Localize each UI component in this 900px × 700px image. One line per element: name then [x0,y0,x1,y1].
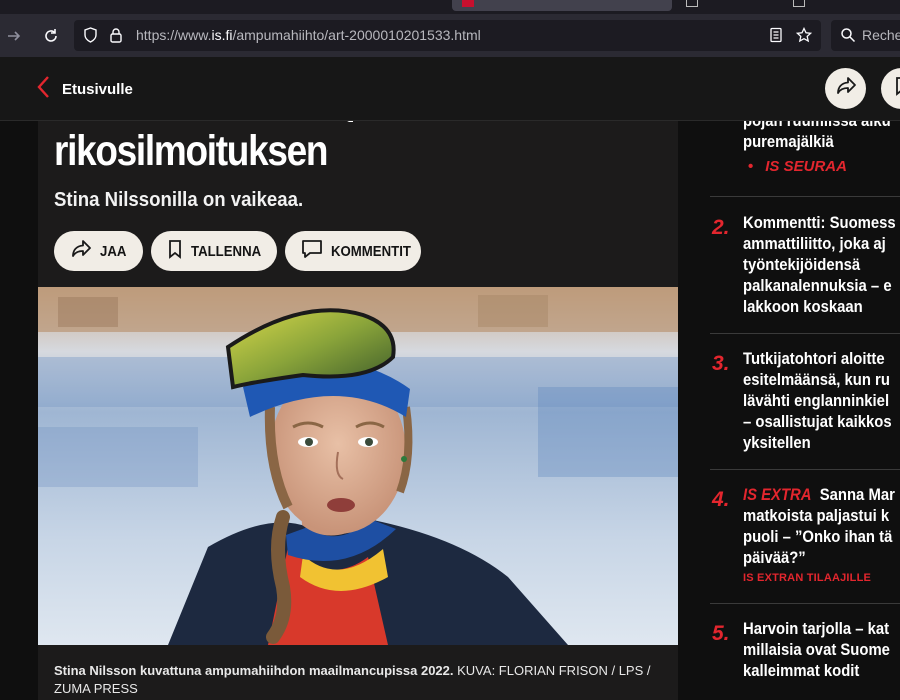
url-prefix: https://www. [136,27,212,43]
rank-number: 5. [712,622,730,645]
search-bar[interactable]: Recher [831,20,900,51]
bookmark-icon [167,239,183,264]
title-line: Harvoin tarjolla – kat [743,620,890,638]
rank-number: 3. [712,352,730,375]
back-label: Etusivulle [62,81,133,98]
title-line: lävähti englanninkiel [743,392,890,410]
title-line: Tutkijatohtori aloitte [743,350,885,368]
list-item-title: Tutkijatohtori aloitte esitelmäänsä, kun… [743,349,900,454]
title-line: IS EXTRA Sanna Mar [743,485,900,506]
is-seuraa-tag: • IS SEURAA [748,158,847,175]
forward-arrow-icon[interactable] [0,22,28,50]
list-item-title: pojan ruumiissa aiku puremajälkiä [743,121,900,153]
comments-action-button[interactable]: KOMMENTIT [285,231,421,271]
is-extra-tag: IS EXTRA [743,486,812,504]
bookmark-star-icon[interactable] [796,27,812,43]
divider [710,333,900,334]
title-line: esitelmäänsä, kun ru [743,371,890,389]
divider [710,603,900,604]
divider [710,469,900,470]
rank-number: 2. [712,216,730,239]
title-line: millaisia ovat Suome [743,641,890,659]
shield-icon[interactable] [82,27,98,43]
title-line: – osallistujat kaikkos [743,413,892,431]
title-line: matkoista paljastui k [743,507,890,525]
list-item-title: Kommentti: Suomess ammattiliitto, joka a… [743,213,900,318]
url-host: is.fi [211,27,233,43]
comments-action-label: KOMMENTIT [331,242,411,260]
search-icon [840,27,856,48]
most-read-sidebar: pojan ruumiissa aiku puremajälkiä • IS SE… [710,121,900,700]
title-line: yksitellen [743,434,811,452]
article-lead: Stina Nilssonilla on vaikeaa. [54,189,304,211]
share-arrow-icon [70,239,92,264]
caption-text: Stina Nilsson kuvattuna ampumahiihdon ma… [54,663,454,678]
save-bookmark-button[interactable] [881,68,900,109]
tab-favicon-icon [686,0,698,7]
tab-favicon-icon [793,0,805,7]
article-column: rikosilmoituksen Stina Nilssonilla on va… [38,121,678,700]
chevron-left-icon [36,75,50,104]
bullet-dot-icon: • [748,158,754,175]
title-line: lakkoon koskaan [743,298,863,316]
share-button[interactable] [825,68,866,109]
search-placeholder: Recher [862,27,900,43]
site-header: Etusivulle [0,57,900,121]
rank-number: 4. [712,488,730,511]
title-line: ammattiliitto, joka aj [743,235,886,253]
reader-view-icon[interactable] [768,27,784,43]
title-line: Kommentti: Suomess [743,214,896,232]
browser-tab-strip [0,0,900,14]
photo-caption: Stina Nilsson kuvattuna ampumahiihdon ma… [54,662,654,698]
save-action-button[interactable]: TALLENNA [151,231,277,271]
title-line: työntekijöidensä [743,256,861,274]
url-text: https://www.is.fi/ampumahiihto/art-20000… [136,27,481,43]
lock-icon[interactable] [108,27,124,43]
share-arrow-icon [835,76,857,101]
article-photo[interactable] [38,287,678,645]
list-item-title: Harvoin tarjolla – kat millaisia ovat Su… [743,619,900,682]
title-line: kalleimmat kodit [743,662,860,680]
title-text: Sanna Mar [819,486,895,504]
comment-bubble-icon [301,239,323,264]
subscriber-tag: IS EXTRAN TILAAJILLE [743,572,872,584]
share-action-label: JAA [100,242,127,260]
bookmark-icon [894,76,900,101]
browser-toolbar: https://www.is.fi/ampumahiihto/art-20000… [0,14,900,57]
headline-previous-line-fragment [347,121,353,122]
title-line: pojan ruumiissa aiku [743,121,891,130]
title-line: palkanalennuksia – e [743,277,892,295]
url-bar[interactable]: https://www.is.fi/ampumahiihto/art-20000… [74,20,821,51]
share-action-button[interactable]: JAA [54,231,143,271]
list-item-title: IS EXTRA Sanna Mar matkoista paljastui k… [743,485,900,569]
article-headline: rikosilmoituksen [54,127,329,175]
back-to-frontpage-link[interactable]: Etusivulle [36,75,133,104]
tab-favicon-icon [462,0,474,7]
save-action-label: TALLENNA [191,242,262,260]
title-line: puoli – ”Onko ihan tä [743,528,893,546]
divider [710,196,900,197]
browser-tab-active[interactable] [452,0,672,11]
reload-icon[interactable] [37,22,65,50]
url-path: /ampumahiihto/art-2000010201533.html [232,27,481,43]
title-line: puremajälkiä [743,133,834,151]
title-line: päivää?” [743,549,806,567]
tag-label: IS SEURAA [765,158,847,175]
